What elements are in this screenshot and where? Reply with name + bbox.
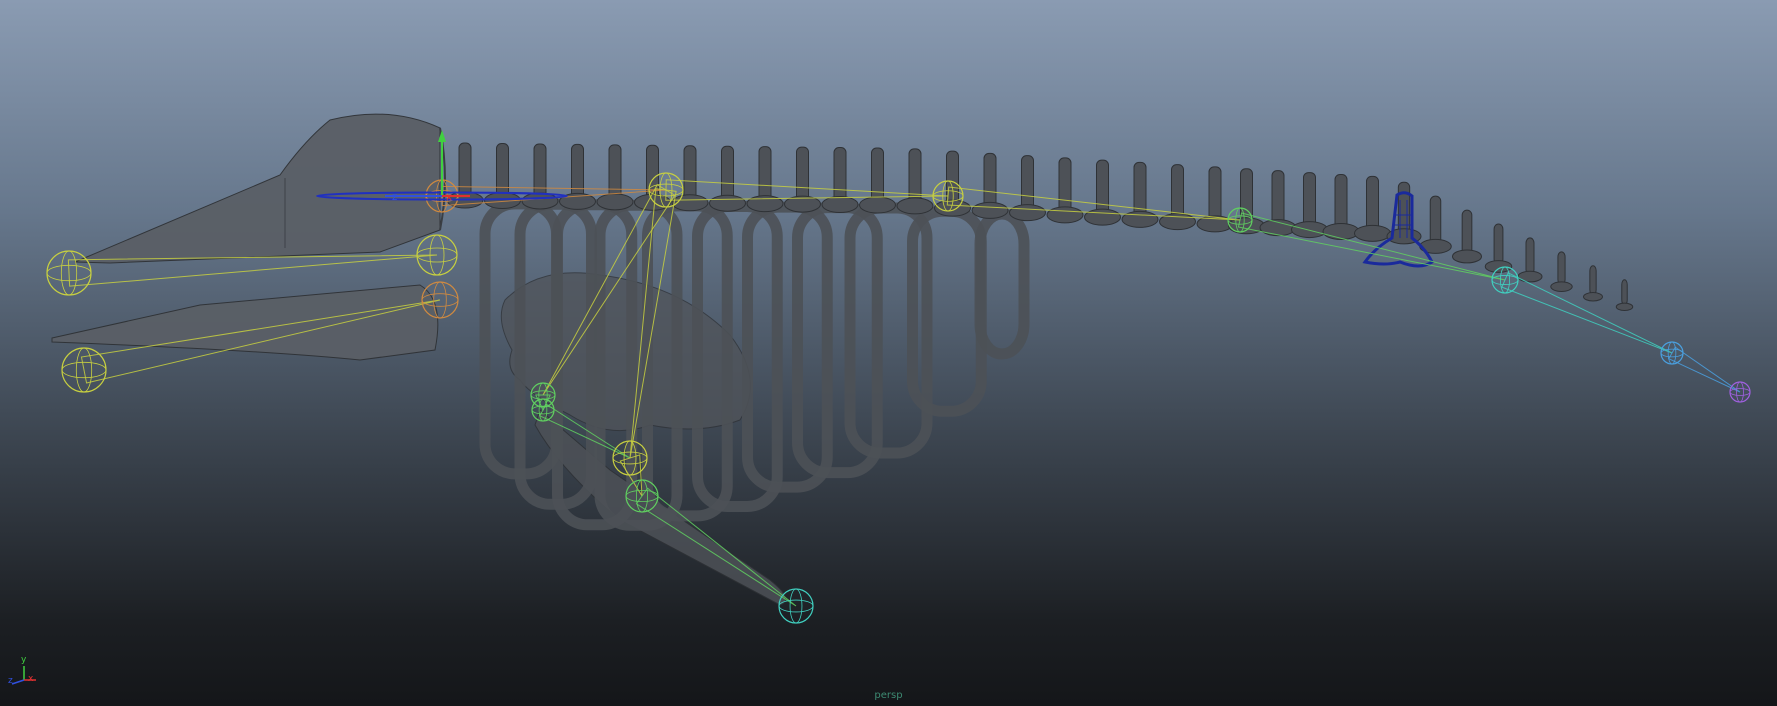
vertebra[interactable] <box>821 147 859 214</box>
vertebra[interactable] <box>971 152 1009 219</box>
scene-canvas[interactable]: z x <box>0 0 1777 706</box>
vertebra[interactable] <box>1583 265 1603 302</box>
vertebra[interactable] <box>859 147 896 214</box>
vertebra[interactable] <box>446 142 484 209</box>
vertebra[interactable] <box>1615 279 1634 311</box>
vertebra[interactable] <box>1009 155 1046 222</box>
rib[interactable] <box>742 201 833 493</box>
vertebra[interactable] <box>1084 159 1121 226</box>
whale-skull[interactable] <box>74 113 446 264</box>
vertebra[interactable] <box>1550 251 1573 292</box>
vertebra[interactable] <box>1419 195 1452 254</box>
rib[interactable] <box>792 202 883 479</box>
vertebra[interactable] <box>896 148 934 215</box>
vertebra[interactable] <box>1159 164 1196 231</box>
vertebra[interactable] <box>1517 237 1543 283</box>
vertebra[interactable] <box>1046 157 1084 224</box>
axis-y-label: y <box>21 655 27 665</box>
axis-x-label: x <box>28 674 34 684</box>
bone-link <box>1668 346 1741 393</box>
perspective-viewport[interactable]: z x y x z persp <box>0 0 1777 706</box>
camera-name-label: persp <box>874 690 903 701</box>
vertebra[interactable] <box>746 146 784 213</box>
bone-link <box>1501 272 1673 354</box>
whale-lower-jaw[interactable] <box>51 284 439 361</box>
vertebra[interactable] <box>709 145 746 212</box>
axis-z-label: z <box>8 676 13 686</box>
vertebra[interactable] <box>1322 173 1360 240</box>
vertebra[interactable] <box>596 144 634 211</box>
vertebra[interactable] <box>1121 161 1159 228</box>
vertebra[interactable] <box>1354 175 1391 242</box>
vertebra[interactable] <box>1291 172 1328 239</box>
scapula-bone[interactable] <box>500 272 751 432</box>
vertebra[interactable] <box>671 145 709 212</box>
manipulator-x-label: x <box>446 192 452 203</box>
vertebra[interactable] <box>1228 168 1265 235</box>
manipulator-z-label: z <box>392 192 397 203</box>
vertebra[interactable] <box>1484 223 1513 273</box>
vertebra[interactable] <box>1451 209 1483 264</box>
axis-z-line <box>11 679 25 685</box>
vertebra[interactable] <box>784 146 821 213</box>
vertebra[interactable] <box>559 143 596 210</box>
